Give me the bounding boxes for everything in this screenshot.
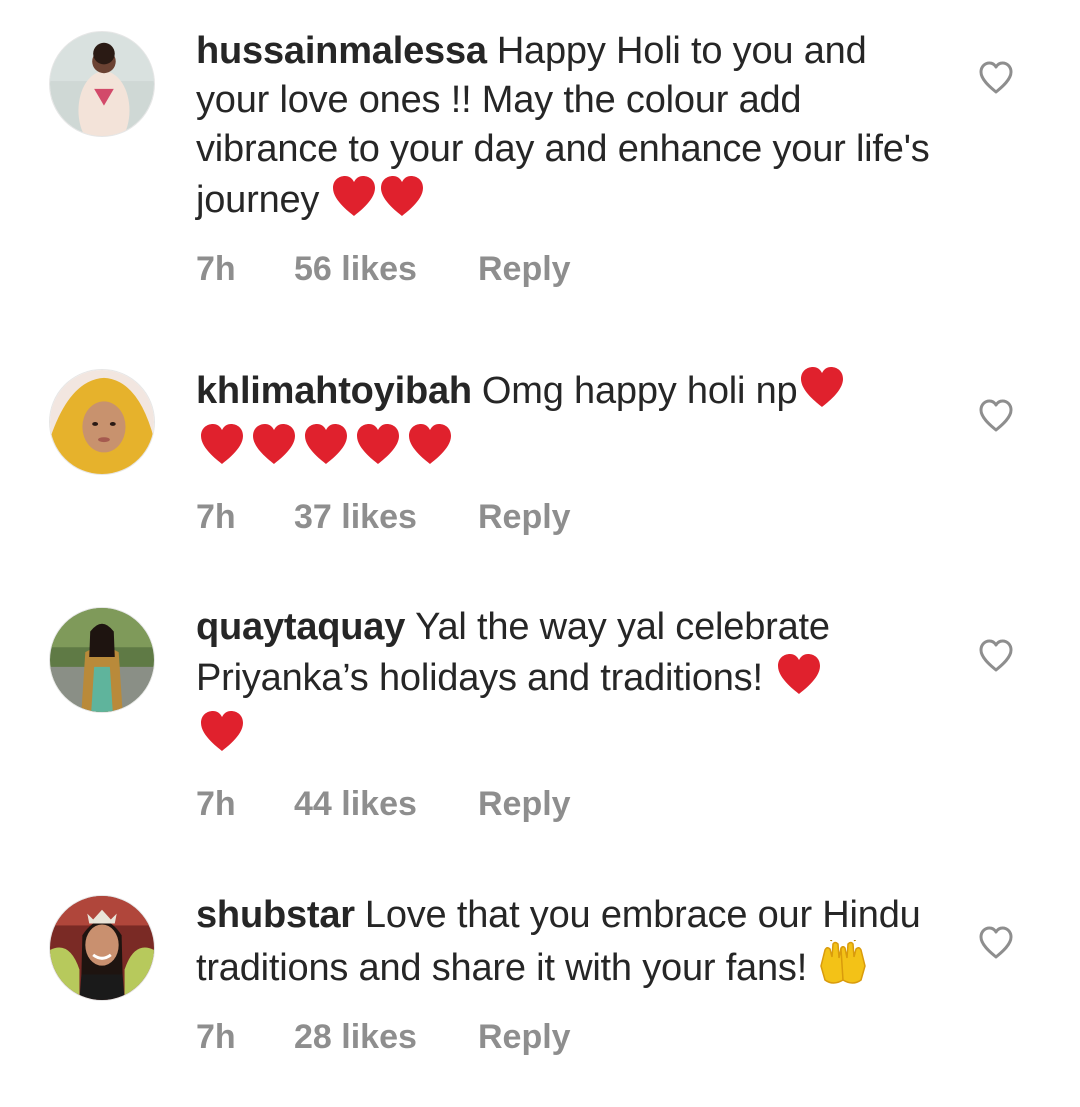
heart-emoji-icon	[352, 422, 404, 479]
like-heart-icon[interactable]	[977, 638, 1015, 674]
comment-text: shubstar Love that you embrace our Hindu …	[196, 891, 936, 999]
avatar[interactable]	[49, 369, 155, 475]
comment-time: 7h	[196, 785, 236, 823]
comment-meta: 7h 28 likes Reply	[196, 1017, 936, 1057]
comment-time: 7h	[196, 1018, 236, 1056]
reply-button[interactable]: Reply	[478, 1017, 571, 1057]
like-heart-icon[interactable]	[977, 925, 1015, 961]
reply-button[interactable]: Reply	[478, 497, 571, 537]
avatar-image	[50, 896, 154, 1000]
comment-username[interactable]: khlimahtoyibah	[196, 370, 472, 412]
comment-likes[interactable]: 28 likes	[294, 1017, 478, 1057]
comment-meta: 7h 56 likes Reply	[196, 249, 936, 289]
comment-username[interactable]: shubstar	[196, 894, 355, 936]
reply-button[interactable]: Reply	[478, 784, 571, 824]
heart-emoji-icon	[773, 652, 825, 709]
heart-emoji-icon	[196, 709, 248, 766]
avatar-image	[50, 370, 154, 474]
like-heart-icon[interactable]	[977, 60, 1015, 96]
heart-emoji-icon	[248, 422, 300, 479]
comment-meta: 7h 44 likes Reply	[196, 784, 936, 824]
comment-text: hussainmalessa Happy Holi to you and your…	[196, 27, 936, 231]
comment-time: 7h	[196, 498, 236, 536]
avatar[interactable]	[49, 31, 155, 137]
avatar-image	[50, 608, 154, 712]
comment-username[interactable]: hussainmalessa	[196, 30, 487, 72]
heart-emoji-icon	[300, 422, 352, 479]
comment-likes[interactable]: 37 likes	[294, 497, 478, 537]
reply-button[interactable]: Reply	[478, 249, 571, 289]
comment-text: quaytaquay Yal the way yal celebrate Priy…	[196, 603, 936, 766]
comment-likes[interactable]: 56 likes	[294, 249, 478, 289]
avatar[interactable]	[49, 895, 155, 1001]
like-heart-icon[interactable]	[977, 398, 1015, 434]
avatar-image	[50, 32, 154, 136]
heart-emoji-icon	[378, 174, 426, 231]
heart-emoji-icon	[798, 365, 846, 422]
raising-hands-emoji-icon	[817, 936, 869, 999]
comment-message: Omg happy holi np	[481, 370, 798, 412]
comment-meta: 7h 37 likes Reply	[196, 497, 936, 537]
comment-username[interactable]: quaytaquay	[196, 606, 405, 648]
heart-emoji-icon	[404, 422, 456, 479]
heart-emoji-icon	[330, 174, 378, 231]
avatar[interactable]	[49, 607, 155, 713]
comment-time: 7h	[196, 250, 236, 288]
comment-text: khlimahtoyibah Omg happy holi np	[196, 365, 936, 479]
comment-likes[interactable]: 44 likes	[294, 784, 478, 824]
heart-emoji-icon	[196, 422, 248, 479]
